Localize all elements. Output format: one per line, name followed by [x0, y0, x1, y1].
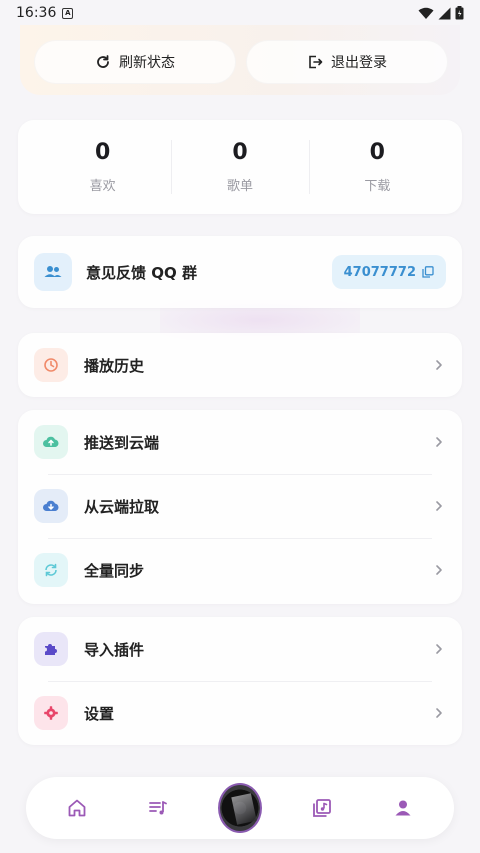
chevron-right-icon [436, 360, 442, 370]
qq-group-number: 47077772 [343, 264, 416, 280]
copy-icon [422, 266, 434, 278]
menu-item-import-plugin[interactable]: 导入插件 [34, 617, 446, 681]
chevron-right-icon [436, 708, 442, 718]
refresh-status-label: 刷新状态 [119, 55, 175, 71]
gear-icon [34, 696, 68, 730]
chevron-right-icon [436, 644, 442, 654]
stat-downloads[interactable]: 0 下载 [308, 134, 446, 200]
refresh-icon [97, 55, 109, 68]
nav-playlist-button[interactable] [136, 786, 180, 830]
logout-label: 退出登录 [331, 55, 387, 71]
qq-group-copy-button[interactable]: 47077772 [331, 255, 446, 289]
playlist-icon [149, 801, 168, 815]
group-icon [34, 253, 72, 291]
menu-label-push-cloud: 推送到云端 [84, 433, 160, 452]
nav-profile-button[interactable] [381, 786, 425, 830]
menu-label-full-sync: 全量同步 [84, 561, 145, 580]
stat-likes[interactable]: 0 喜欢 [34, 134, 171, 200]
logout-icon [309, 55, 323, 69]
puzzle-icon [34, 632, 68, 666]
cloud-card: 推送到云端 从云端拉取 全量同步 [18, 410, 462, 604]
album-cover-disc [217, 783, 262, 833]
status-app-icon: A [62, 7, 74, 19]
stat-playlists-label: 歌单 [226, 179, 253, 194]
home-icon [68, 799, 86, 817]
menu-label-pull-cloud: 从云端拉取 [84, 497, 160, 516]
logout-button[interactable]: 退出登录 [246, 40, 448, 84]
sync-icon [34, 553, 68, 587]
cloud-upload-icon [34, 425, 68, 459]
feedback-title: 意见反馈 QQ 群 [86, 263, 197, 282]
history-card: 播放历史 [18, 333, 462, 397]
wifi-icon [418, 7, 434, 19]
account-actions: 刷新状态 退出登录 [34, 40, 448, 84]
status-time: 16:36 [16, 5, 57, 21]
chevron-right-icon [436, 437, 442, 447]
menu-label-settings: 设置 [84, 704, 115, 723]
person-icon [395, 800, 411, 816]
chevron-right-icon [436, 501, 442, 511]
stat-playlists[interactable]: 0 歌单 [171, 134, 308, 200]
bottom-nav [26, 777, 454, 839]
menu-item-settings[interactable]: 设置 [34, 681, 446, 745]
stat-downloads-count: 0 [369, 140, 385, 165]
plugin-settings-card: 导入插件 设置 [18, 617, 462, 745]
feedback-card: 意见反馈 QQ 群 47077772 [18, 236, 462, 308]
music-library-icon [312, 799, 331, 817]
nav-library-button[interactable] [300, 786, 344, 830]
menu-item-push-cloud[interactable]: 推送到云端 [34, 410, 446, 474]
menu-item-pull-cloud[interactable]: 从云端拉取 [34, 474, 446, 538]
menu-label-import-plugin: 导入插件 [84, 640, 145, 659]
menu-item-full-sync[interactable]: 全量同步 [34, 538, 446, 602]
now-playing-button[interactable] [217, 783, 262, 833]
history-icon [34, 348, 68, 382]
chevron-right-icon [436, 565, 442, 575]
menu-label-history: 播放历史 [84, 356, 145, 375]
stat-playlists-count: 0 [232, 140, 248, 165]
status-bar: 16:36 A [0, 0, 480, 26]
signal-icon [438, 7, 451, 19]
stat-downloads-label: 下载 [364, 179, 391, 194]
battery-icon [455, 6, 464, 20]
stat-likes-count: 0 [95, 140, 111, 165]
refresh-status-button[interactable]: 刷新状态 [34, 40, 236, 84]
menu-item-history[interactable]: 播放历史 [34, 333, 446, 397]
cloud-download-icon [34, 489, 68, 523]
stat-likes-label: 喜欢 [89, 179, 116, 194]
stats-card: 0 喜欢 0 歌单 0 下载 [18, 120, 462, 214]
nav-home-button[interactable] [55, 786, 99, 830]
